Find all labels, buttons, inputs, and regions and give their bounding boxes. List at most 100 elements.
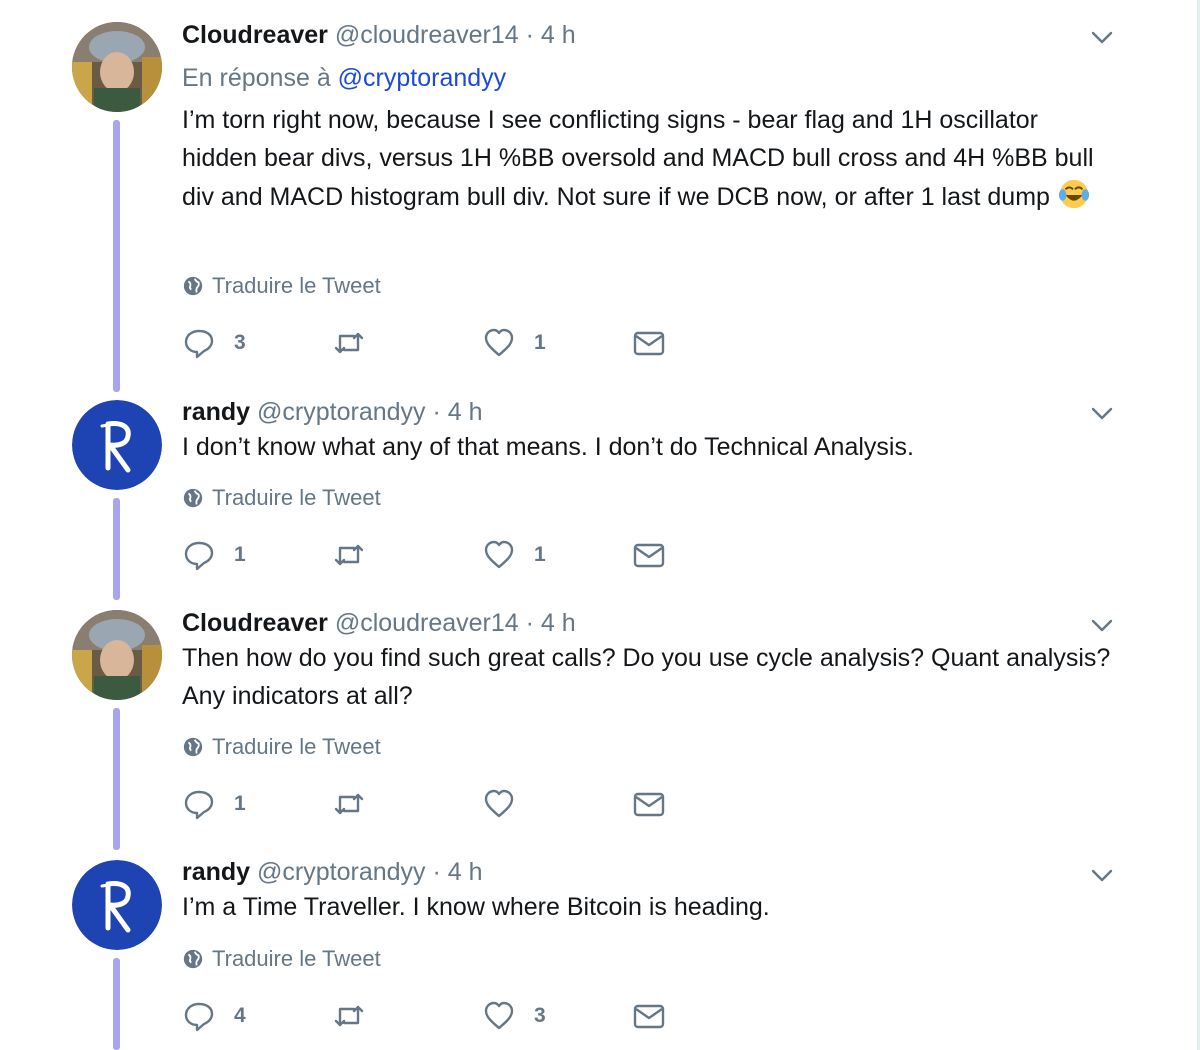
tweet-header: Cloudreaver @cloudreaver14 · 4 h (182, 608, 1115, 638)
avatar-cloudreaver[interactable] (72, 610, 162, 700)
tweet[interactable]: randy @cryptorandyy · 4 h I’m a Time Tra… (0, 850, 1195, 1050)
like-button[interactable]: 1 (482, 326, 632, 360)
tweet-text: I don’t know what any of that means. I d… (182, 433, 914, 461)
reply-button[interactable]: 1 (182, 538, 332, 572)
reply-prefix: En réponse à (182, 64, 331, 92)
separator-dot: · (432, 398, 441, 426)
display-name[interactable]: Cloudreaver (182, 609, 328, 637)
retweet-button[interactable] (332, 999, 482, 1033)
heart-icon (484, 328, 514, 357)
avatar-image (72, 860, 162, 950)
separator-dot: · (432, 858, 441, 886)
heart-icon (484, 540, 514, 569)
tweet-header: Cloudreaver @cloudreaver14 · 4 h (182, 20, 1115, 50)
like-button[interactable]: 1 (482, 538, 632, 572)
like-button[interactable]: 3 (482, 999, 632, 1033)
tweet-text-body: I’m torn right now, because I see confli… (182, 106, 1094, 211)
display-name[interactable]: randy (182, 398, 250, 426)
tweet[interactable]: randy @cryptorandyy · 4 h I don’t know w… (0, 390, 1195, 600)
retweet-icon (334, 332, 364, 354)
tweet-actions: 1 (182, 784, 782, 824)
tweet-text: I’m a Time Traveller. I know where Bitco… (182, 893, 770, 921)
reply-context: En réponse à @cryptorandyy (182, 62, 1115, 94)
translate-tweet-link[interactable]: Traduire le Tweet (182, 946, 381, 972)
tweet-actions: 3 1 (182, 323, 782, 363)
dm-button[interactable] (632, 999, 782, 1033)
user-handle[interactable]: @cloudreaver14 (335, 609, 519, 637)
like-button[interactable] (482, 787, 632, 821)
tweet-actions: 1 1 (182, 535, 782, 575)
timestamp[interactable]: 4 h (541, 609, 576, 637)
retweet-button[interactable] (332, 787, 482, 821)
reply-button[interactable]: 3 (182, 326, 332, 360)
globe-icon (183, 276, 203, 296)
tweet[interactable]: Cloudreaver @cloudreaver14 · 4 h Then ho… (0, 600, 1195, 850)
timestamp[interactable]: 4 h (541, 21, 576, 49)
timestamp[interactable]: 4 h (448, 398, 483, 426)
reply-count: 3 (234, 331, 246, 354)
dm-button[interactable] (632, 538, 782, 572)
display-name[interactable]: Cloudreaver (182, 21, 328, 49)
envelope-icon (633, 331, 665, 356)
display-name[interactable]: randy (182, 858, 250, 886)
translate-tweet-link[interactable]: Traduire le Tweet (182, 273, 381, 299)
dm-button[interactable] (632, 326, 782, 360)
tweet-text: I’m torn right now, because I see confli… (182, 102, 1115, 217)
avatar-randy[interactable] (72, 860, 162, 950)
user-handle[interactable]: @cloudreaver14 (335, 21, 519, 49)
translate-label: Traduire le Tweet (212, 734, 381, 759)
thread-line (113, 708, 120, 850)
chevron-down-icon[interactable] (1089, 24, 1115, 50)
tweet[interactable]: Cloudreaver @cloudreaver14 · 4 h En répo… (0, 0, 1195, 392)
avatar-image (72, 400, 162, 490)
envelope-icon (633, 543, 665, 568)
retweet-icon (334, 1005, 364, 1027)
heart-icon (484, 1001, 514, 1030)
avatar-image (72, 22, 162, 112)
thread-line (113, 958, 120, 1050)
translate-label: Traduire le Tweet (212, 485, 381, 510)
translate-tweet-link[interactable]: Traduire le Tweet (182, 485, 381, 511)
separator-dot: · (525, 609, 534, 637)
tweet-text: Then how do you find such great calls? D… (182, 644, 1111, 710)
separator-dot: · (525, 21, 534, 49)
thread-line (113, 120, 120, 392)
reply-icon (184, 1002, 214, 1032)
avatar-randy[interactable] (72, 400, 162, 490)
reply-icon (184, 329, 214, 359)
user-handle[interactable]: @cryptorandyy (257, 858, 426, 886)
translate-tweet-link[interactable]: Traduire le Tweet (182, 734, 381, 760)
face-with-tears-of-joy-icon (1058, 179, 1090, 209)
retweet-icon (334, 544, 364, 566)
reply-mention-link[interactable]: @cryptorandyy (338, 64, 507, 92)
avatar-cloudreaver[interactable] (72, 22, 162, 112)
heart-icon (484, 789, 514, 818)
translate-label: Traduire le Tweet (212, 273, 381, 298)
chevron-down-icon[interactable] (1089, 612, 1115, 638)
user-handle[interactable]: @cryptorandyy (257, 398, 426, 426)
retweet-button[interactable] (332, 326, 482, 360)
reply-button[interactable]: 1 (182, 787, 332, 821)
like-count: 3 (534, 1004, 546, 1027)
retweet-button[interactable] (332, 538, 482, 572)
globe-icon (183, 949, 203, 969)
envelope-icon (633, 792, 665, 817)
reply-icon (184, 790, 214, 820)
tweet-header: randy @cryptorandyy · 4 h (182, 397, 1115, 427)
reply-button[interactable]: 4 (182, 999, 332, 1033)
envelope-icon (633, 1004, 665, 1029)
globe-icon (183, 737, 203, 757)
reply-count: 1 (234, 543, 246, 566)
dm-button[interactable] (632, 787, 782, 821)
timestamp[interactable]: 4 h (448, 858, 483, 886)
avatar-image (72, 610, 162, 700)
reply-count: 1 (234, 792, 246, 815)
thread-line (113, 498, 120, 600)
chevron-down-icon[interactable] (1089, 400, 1115, 426)
like-count: 1 (534, 543, 546, 566)
tweet-header: randy @cryptorandyy · 4 h (182, 857, 1115, 887)
reply-icon (184, 541, 214, 571)
chevron-down-icon[interactable] (1089, 862, 1115, 888)
globe-icon (183, 488, 203, 508)
translate-label: Traduire le Tweet (212, 946, 381, 971)
